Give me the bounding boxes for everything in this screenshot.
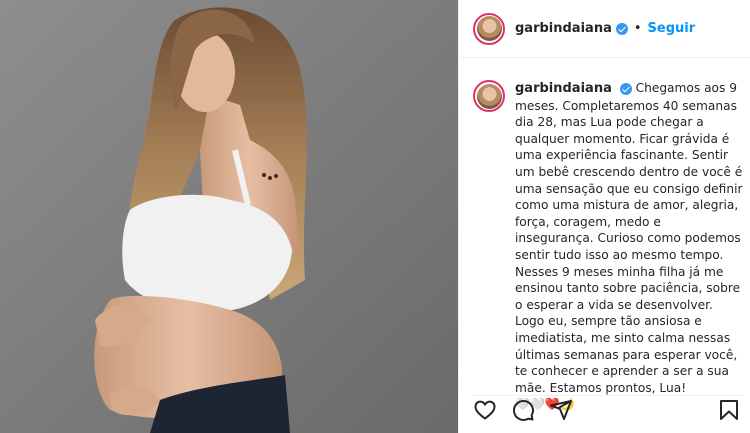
comment-icon[interactable] [511, 398, 535, 422]
separator-dot: • [633, 21, 642, 36]
caption-avatar[interactable] [473, 80, 505, 112]
caption-block: garbindaiana Chegamos aos 9 meses. Compl… [473, 80, 743, 413]
caption-text: garbindaiana Chegamos aos 9 meses. Compl… [515, 80, 743, 413]
instagram-post: garbindaiana • Seguir garbindaiana Chega… [0, 0, 750, 433]
post-photo[interactable] [0, 0, 458, 433]
share-icon[interactable] [549, 398, 573, 422]
post-header: garbindaiana • Seguir [459, 0, 750, 58]
action-bar [473, 395, 743, 424]
avatar[interactable] [473, 12, 505, 45]
bookmark-icon[interactable] [717, 398, 741, 422]
avatar-image [476, 83, 502, 109]
verified-badge-icon [615, 22, 628, 35]
post-sidebar: garbindaiana • Seguir garbindaiana Chega… [458, 0, 750, 433]
header-username[interactable]: garbindaiana [515, 21, 612, 36]
verified-badge-icon [619, 82, 632, 95]
avatar-image [476, 16, 502, 41]
heart-icon[interactable] [473, 398, 497, 422]
follow-button[interactable]: Seguir [648, 21, 696, 36]
caption-username[interactable]: garbindaiana [515, 81, 612, 96]
pregnant-woman-photo [0, 0, 458, 433]
caption-body: Chegamos aos 9 meses. Completaremos 40 s… [515, 81, 743, 395]
